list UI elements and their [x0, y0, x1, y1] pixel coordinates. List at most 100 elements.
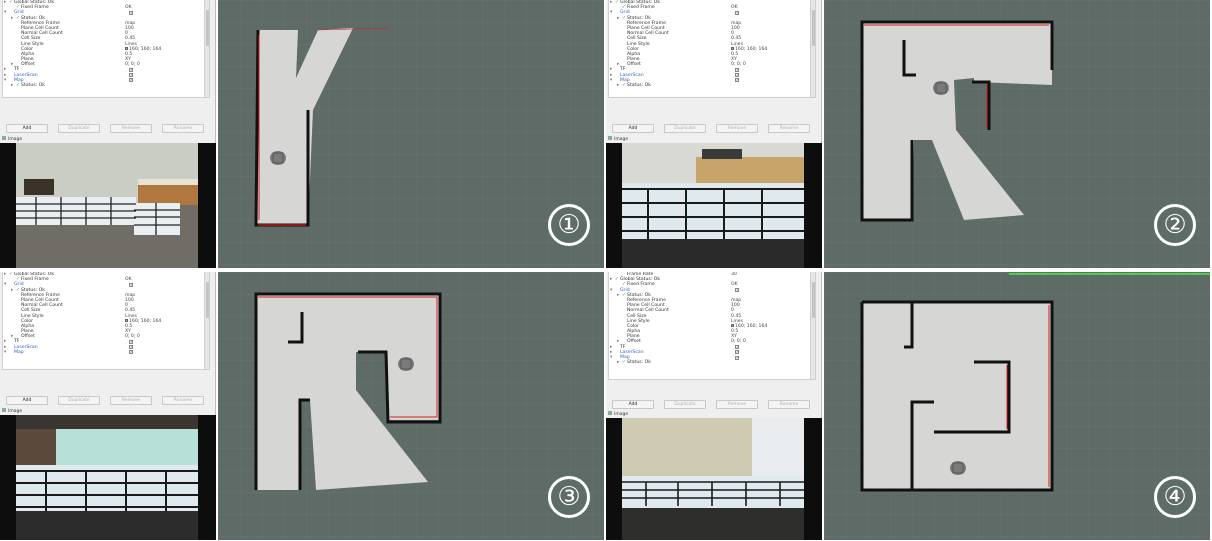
- displays-scrollbar[interactable]: [810, 272, 815, 379]
- tree-row-label: Status: Ok: [627, 360, 651, 366]
- display-enable-checkbox[interactable]: ✓: [129, 345, 133, 350]
- tree-row[interactable]: ▸ ✓Status: Ok: [3, 83, 209, 88]
- displays-tree[interactable]: Frame Rate 30 ▸ ✓Global Status: Ok ✓Fixed Fr…: [608, 272, 816, 380]
- display-enable-checkbox[interactable]: ✓: [735, 355, 739, 360]
- add-button[interactable]: Add: [612, 400, 654, 409]
- image-panel-icon: [608, 411, 612, 415]
- rviz-side-panel: ▸ ✓Global Status: Ok ✓Fixed Frame OK ▾ Grid ✓ ▸…: [606, 0, 822, 268]
- image-panel-title-text: Image: [614, 412, 629, 417]
- tree-row-key: ▾ Map: [4, 350, 24, 355]
- robot-marker-icon: [933, 81, 949, 95]
- display-enable-checkbox[interactable]: ✓: [735, 350, 739, 355]
- tree-row-label: Map: [14, 349, 24, 355]
- displays-button-bar: Add Duplicate Remove Rename: [0, 396, 216, 406]
- map-view[interactable]: ①: [218, 0, 604, 268]
- camera-view: [0, 415, 216, 540]
- robot-marker-icon: [270, 151, 286, 165]
- image-panel-title: Image: [2, 136, 22, 143]
- display-enable-checkbox[interactable]: ✓: [735, 78, 739, 83]
- panel-4: Frame Rate 30 ▸ ✓Global Status: Ok ✓Fixed Fr…: [606, 272, 1210, 540]
- image-panel-icon: [2, 136, 6, 140]
- displays-button-bar: Add Duplicate Remove Rename: [0, 124, 216, 134]
- robot-marker-icon: [398, 357, 414, 371]
- map-view[interactable]: ②: [824, 0, 1210, 268]
- display-enable-checkbox[interactable]: ✓: [735, 68, 739, 73]
- rename-button[interactable]: Rename: [162, 396, 204, 405]
- remove-button[interactable]: Remove: [110, 124, 152, 133]
- tree-row[interactable]: ▾ Map ✓: [3, 350, 209, 355]
- rviz-side-panel: ▸ ✓Global Status: Ok ✓Fixed Frame OK ▾ Grid ✓ ▸…: [0, 272, 216, 540]
- rename-button[interactable]: Rename: [768, 124, 810, 133]
- display-enable-checkbox[interactable]: ✓: [735, 288, 739, 293]
- image-panel-title-text: Image: [8, 409, 23, 414]
- display-enable-checkbox[interactable]: ✓: [129, 340, 133, 345]
- map-view[interactable]: ④: [824, 272, 1210, 540]
- duplicate-button[interactable]: Duplicate: [664, 124, 706, 133]
- add-button[interactable]: Add: [6, 124, 48, 133]
- display-enable-checkbox[interactable]: ✓: [129, 73, 133, 78]
- tree-row[interactable]: ▸ ✓Status: Ok: [609, 83, 815, 88]
- duplicate-button[interactable]: Duplicate: [58, 396, 100, 405]
- displays-scrollbar[interactable]: [204, 0, 209, 97]
- camera-image: [16, 143, 198, 268]
- camera-image: [622, 143, 804, 268]
- tree-row-label: Status: Ok: [21, 83, 45, 88]
- map-view[interactable]: ③: [218, 272, 604, 540]
- display-enable-checkbox[interactable]: ✓: [735, 73, 739, 78]
- displays-tree[interactable]: ▸ ✓Global Status: Ok ✓Fixed Frame OK ▾ Grid ✓ ▸…: [608, 0, 816, 98]
- rviz-side-panel: Frame Rate 30 ▸ ✓Global Status: Ok ✓Fixed Fr…: [606, 272, 822, 540]
- displays-scrollbar[interactable]: [810, 0, 815, 97]
- camera-view: [606, 418, 822, 540]
- add-button[interactable]: Add: [6, 396, 48, 405]
- displays-tree[interactable]: ▸ ✓Global Status: Ok ✓Fixed Frame OK ▾ Grid ✓ ▸…: [2, 0, 210, 98]
- panel-3: ▸ ✓Global Status: Ok ✓Fixed Frame OK ▾ Grid ✓ ▸…: [0, 272, 604, 540]
- remove-button[interactable]: Remove: [716, 124, 758, 133]
- display-enable-checkbox[interactable]: ✓: [129, 350, 133, 355]
- displays-scrollbar[interactable]: [204, 272, 209, 369]
- duplicate-button[interactable]: Duplicate: [58, 124, 100, 133]
- step-marker: ①: [548, 204, 590, 246]
- color-swatch: [125, 318, 128, 322]
- camera-image: [16, 415, 198, 540]
- tree-row-key: ▸ ✓Status: Ok: [617, 360, 651, 365]
- scrollbar-thumb[interactable]: [812, 10, 815, 46]
- color-swatch: [731, 323, 734, 327]
- tree-row-label: Status: Ok: [627, 83, 651, 88]
- map-grid: [824, 272, 1210, 540]
- image-panel-title-text: Image: [614, 137, 629, 142]
- display-enable-checkbox[interactable]: ✓: [129, 78, 133, 83]
- display-enable-checkbox[interactable]: ✓: [129, 10, 133, 15]
- robot-marker-icon: [950, 461, 966, 475]
- displays-button-bar: Add Duplicate Remove Rename: [606, 124, 822, 134]
- color-swatch: [731, 46, 734, 50]
- rename-button[interactable]: Rename: [768, 400, 810, 409]
- rviz-side-panel: ▸ ✓Global Status: Ok ✓Fixed Frame OK ▾ Grid ✓ ▸…: [0, 0, 216, 268]
- camera-view: [0, 143, 216, 268]
- remove-button[interactable]: Remove: [110, 396, 152, 405]
- panel-1: ▸ ✓Global Status: Ok ✓Fixed Frame OK ▾ Grid ✓ ▸…: [0, 0, 604, 268]
- displays-tree[interactable]: ▸ ✓Global Status: Ok ✓Fixed Frame OK ▾ Grid ✓ ▸…: [2, 272, 210, 370]
- scrollbar-thumb[interactable]: [812, 282, 815, 318]
- rename-button[interactable]: Rename: [162, 124, 204, 133]
- camera-view: [606, 143, 822, 268]
- display-enable-checkbox[interactable]: ✓: [129, 282, 133, 287]
- map-grid: [824, 0, 1210, 268]
- image-panel-icon: [608, 136, 612, 140]
- tree-row-key: ▸ ✓Status: Ok: [617, 83, 651, 88]
- camera-image: [622, 418, 804, 540]
- tree-row[interactable]: ▸ ✓Status: Ok: [609, 360, 815, 365]
- add-button[interactable]: Add: [612, 124, 654, 133]
- scrollbar-thumb[interactable]: [206, 10, 209, 46]
- display-enable-checkbox[interactable]: ✓: [735, 10, 739, 15]
- image-panel-title: Image: [608, 136, 628, 143]
- display-enable-checkbox[interactable]: ✓: [735, 345, 739, 350]
- step-marker: ②: [1154, 204, 1196, 246]
- scrollbar-thumb[interactable]: [206, 282, 209, 318]
- remove-button[interactable]: Remove: [716, 400, 758, 409]
- expand-arrow-icon[interactable]: ▾: [4, 350, 9, 355]
- image-panel-title-text: Image: [8, 137, 23, 142]
- duplicate-button[interactable]: Duplicate: [664, 400, 706, 409]
- color-swatch: [125, 46, 128, 50]
- image-panel-title: Image: [608, 411, 628, 418]
- display-enable-checkbox[interactable]: ✓: [129, 68, 133, 73]
